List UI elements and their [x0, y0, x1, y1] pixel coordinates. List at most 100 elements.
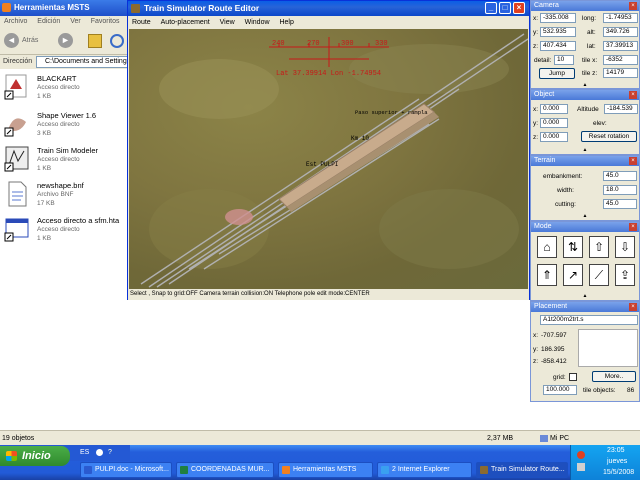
file-item[interactable]: newshape.bnf Archivo BNF 17 KB [4, 180, 128, 214]
camera-long-field[interactable]: -1.74953 [603, 13, 638, 23]
explorer-titlebar[interactable]: Herramientas MSTS [0, 0, 130, 16]
input-icon[interactable] [96, 449, 103, 456]
file-item[interactable]: Acceso directo a sfm.hta Acceso directo … [4, 215, 128, 249]
placement-preview [578, 329, 638, 367]
tray-app-icon[interactable] [577, 451, 585, 459]
help-icon[interactable]: ? [108, 445, 112, 461]
taskbar-item-coordenadas[interactable]: COORDENADAS MUR... [176, 462, 274, 478]
menu-help[interactable]: Help [279, 19, 293, 26]
3d-viewport[interactable]: 240 270 300 330 Lat 37.39914 Lon -1.7495… [129, 29, 528, 290]
file-item[interactable]: Shape Viewer 1.6 Acceso directo 3 KB [4, 110, 128, 144]
file-size: 3 KB [37, 130, 52, 137]
terrain-panel-title: Terrain [534, 157, 556, 164]
label-y: y: [533, 346, 539, 353]
reset-rotation-button[interactable]: Reset rotation [581, 131, 637, 142]
object-x-field[interactable]: 0.000 [540, 104, 568, 114]
placement-z-value: -858.412 [541, 358, 567, 365]
close-icon[interactable]: × [629, 2, 637, 10]
search-icon[interactable] [110, 34, 124, 48]
mode-place-icon[interactable]: ⇑ [537, 264, 557, 286]
more-button[interactable]: More.. [592, 371, 636, 382]
label-y: y: [533, 120, 539, 127]
file-type: Acceso directo [37, 121, 80, 128]
placement-shape-field[interactable]: A1t200m2trt.s [540, 315, 638, 325]
menu-edicion[interactable]: Edición [37, 18, 60, 25]
camera-z-field[interactable]: 407.434 [540, 41, 576, 51]
close-icon[interactable]: × [629, 303, 637, 311]
menu-auto-placement[interactable]: Auto-placement [161, 19, 210, 26]
file-item[interactable]: BLACKART Acceso directo 1 KB [4, 73, 128, 107]
back-button-label[interactable]: Atrás [22, 37, 38, 44]
menu-favoritos[interactable]: Favoritos [91, 18, 120, 25]
taskbar-item-pulpi[interactable]: PULPI.doc - Microsoft... [80, 462, 172, 478]
taskbar-item-route-editor[interactable]: Train Simulator Route... [476, 462, 568, 478]
collapse-arrow-icon[interactable]: ▲ [531, 294, 639, 299]
close-icon[interactable]: × [513, 2, 525, 14]
embankment-field[interactable]: 45.0 [603, 171, 637, 181]
close-icon[interactable]: × [629, 91, 637, 99]
tile-z-field[interactable]: 14179 [603, 68, 638, 78]
mode-raise-icon[interactable]: ⇧ [589, 236, 609, 258]
grid-value-field[interactable]: 100.000 [543, 385, 577, 395]
cutting-field[interactable]: 45.0 [603, 199, 637, 209]
collapse-arrow-icon[interactable]: ▲ [531, 83, 639, 88]
tile-x-field[interactable]: -6352 [603, 55, 638, 65]
mode-terrain-icon[interactable]: ⇪ [615, 264, 635, 286]
detail-stepper[interactable]: 10 [554, 55, 574, 65]
menu-ver[interactable]: Ver [70, 18, 81, 25]
grid-checkbox[interactable] [569, 373, 577, 381]
mode-move-icon[interactable]: ⇅ [563, 236, 583, 258]
folder-up-icon[interactable] [88, 34, 102, 48]
minimize-icon[interactable]: _ [485, 2, 497, 14]
label-long: long: [582, 15, 597, 22]
placement-panel-header: Placement × [531, 302, 639, 312]
speaker-icon[interactable] [577, 463, 585, 471]
close-icon[interactable]: × [629, 157, 637, 165]
explorer-toolbar: ◄ Atrás ► [0, 28, 130, 55]
address-input[interactable]: C:\Documents and Settings [36, 56, 130, 68]
file-name: Train Sim Modeler [37, 146, 98, 155]
taskbar-item-internet-explorer[interactable]: 2 Internet Explorer [377, 462, 472, 478]
address-label: Dirección [3, 58, 33, 65]
collapse-arrow-icon[interactable]: ▲ [531, 148, 639, 153]
camera-panel-title: Camera [534, 2, 559, 9]
clock-time[interactable]: 23:05 [607, 447, 625, 454]
forward-arrow-icon[interactable]: ► [58, 33, 73, 48]
object-y-field[interactable]: 0.000 [540, 118, 568, 128]
label-x: x: [533, 15, 539, 22]
terrain-panel-header: Terrain × [531, 156, 639, 166]
camera-y-field[interactable]: 532.935 [540, 27, 576, 37]
clock-date: 15/5/2008 [603, 469, 635, 476]
back-arrow-icon[interactable]: ◄ [4, 33, 19, 48]
menu-route[interactable]: Route [132, 19, 151, 26]
mode-select-icon[interactable]: ⌂ [537, 236, 557, 258]
mode-lower-icon[interactable]: ⇩ [615, 236, 635, 258]
object-altitude-field[interactable]: -184.539 [604, 104, 638, 114]
camera-alt-field[interactable]: 349.726 [603, 27, 638, 37]
mode-rotate-icon[interactable]: ↗ [563, 264, 583, 286]
camera-x-field[interactable]: -335.008 [540, 13, 576, 23]
jump-button[interactable]: Jump [539, 68, 575, 79]
menu-archivo[interactable]: Archivo [4, 18, 27, 25]
route-editor-titlebar[interactable]: Train Simulator Route Editor _ □ × [128, 1, 529, 16]
file-item[interactable]: Train Sim Modeler Acceso directo 1 KB [4, 145, 128, 179]
maximize-icon[interactable]: □ [499, 2, 511, 14]
latlon-readout: Lat 37.39914 Lon -1.74954 [276, 70, 382, 78]
language-indicator[interactable]: ES [80, 445, 89, 461]
menu-window[interactable]: Window [245, 19, 270, 26]
label-z: z: [533, 358, 539, 365]
width-field[interactable]: 18.0 [603, 185, 637, 195]
collapse-arrow-icon[interactable]: ▲ [531, 214, 639, 219]
file-size: 1 KB [37, 165, 52, 172]
windows-logo-icon [6, 451, 17, 461]
object-z-field[interactable]: 0.000 [540, 132, 568, 142]
camera-lat-field[interactable]: 37.39913 [603, 41, 638, 51]
menu-view[interactable]: View [220, 19, 235, 26]
status-size: 2,37 MB [487, 435, 514, 442]
object-panel: Object × x: 0.000 Altitude -184.539 y: 0.… [530, 89, 640, 155]
start-button[interactable]: Inicio [0, 446, 70, 466]
mode-track-icon[interactable]: ⟋ [589, 264, 609, 286]
close-icon[interactable]: × [629, 223, 637, 231]
label-km: Km 10 [351, 135, 370, 142]
taskbar-item-herramientas[interactable]: Herramientas MSTS [278, 462, 373, 478]
